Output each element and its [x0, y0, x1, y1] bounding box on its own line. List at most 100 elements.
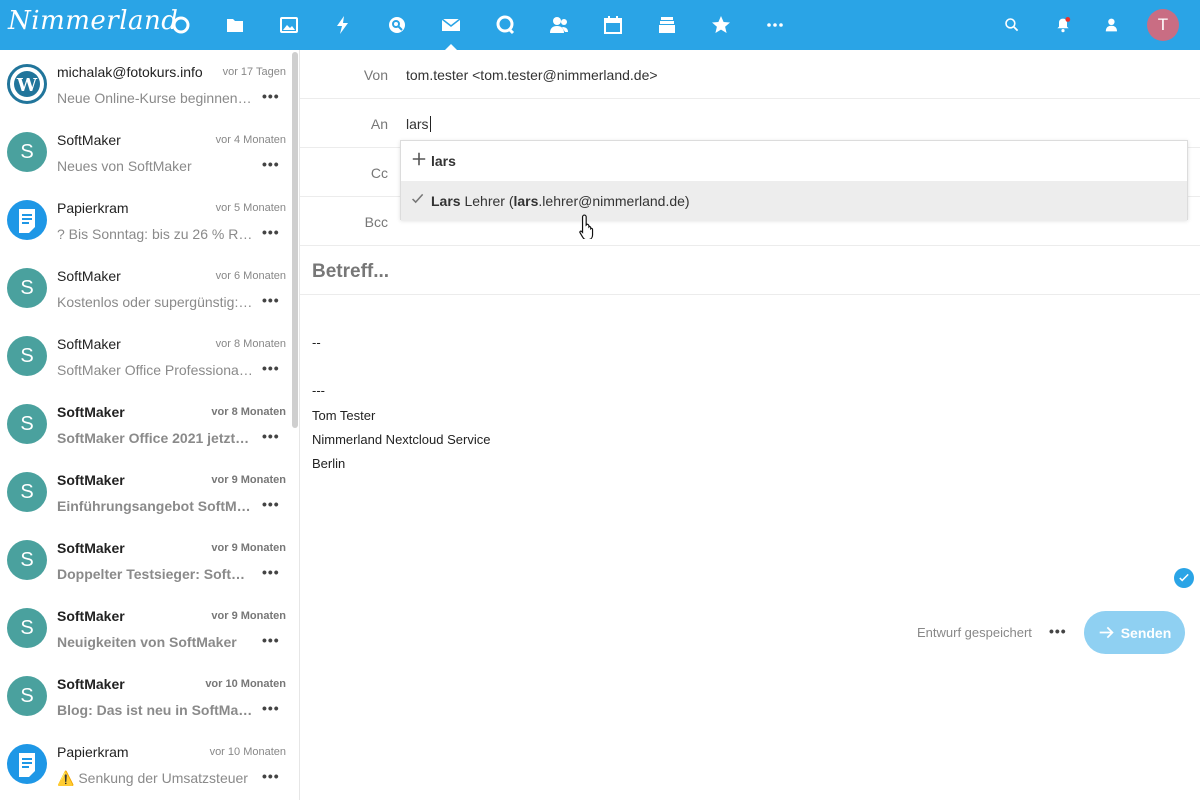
hand-cursor-icon — [578, 213, 598, 244]
message-subject: SoftMaker Office 2021 jetzt verfügbar — [57, 430, 253, 446]
suggestion-add-new[interactable]: lars — [401, 141, 1187, 181]
contact-name-rest: Lehrer ( — [460, 193, 514, 209]
message-actions-button[interactable]: ••• — [262, 292, 280, 308]
message-subject: Neues von SoftMaker — [57, 158, 192, 174]
message-actions-button[interactable]: ••• — [262, 564, 280, 580]
message-list-item[interactable]: S SoftMaker vor 4 Monaten Neues von SoftMak… — [0, 118, 292, 186]
calendar-icon[interactable] — [601, 13, 625, 37]
search-icon[interactable] — [1000, 13, 1024, 37]
send-button[interactable]: Senden — [1084, 611, 1185, 654]
photos-icon[interactable] — [277, 13, 301, 37]
message-subject: ? Bis Sonntag: bis zu 26 % Rabatt — [57, 226, 253, 242]
message-actions-button[interactable]: ••• — [262, 768, 280, 784]
dashboard-icon[interactable] — [169, 13, 193, 37]
message-sender: Papierkram — [57, 744, 129, 760]
message-date: vor 17 Tagen — [222, 66, 286, 78]
message-date: vor 10 Monaten — [209, 746, 286, 758]
activity-icon[interactable] — [331, 13, 355, 37]
notifications-icon[interactable] — [1051, 13, 1075, 37]
to-label: An — [370, 116, 388, 132]
to-input-value: lars — [406, 116, 429, 132]
suggestion-contact[interactable]: Lars Lehrer (lars.lehrer@nimmerland.de) — [401, 181, 1187, 221]
sender-avatar: S — [7, 268, 47, 308]
contact-email-match: lars — [513, 193, 539, 209]
message-subject: SoftMaker Office Professional 2021 — [57, 362, 253, 378]
message-actions-button[interactable]: ••• — [262, 88, 280, 104]
mail-icon[interactable] — [439, 13, 463, 50]
message-sender: SoftMaker — [57, 676, 125, 692]
suggestion-contact-label: Lars Lehrer (lars.lehrer@nimmerland.de) — [431, 193, 690, 209]
contact-email-rest: .lehrer@nimmerland.de) — [538, 193, 690, 209]
user-avatar[interactable]: T — [1147, 9, 1179, 41]
sender-avatar: S — [7, 608, 47, 648]
contacts-menu-icon[interactable] — [1101, 13, 1125, 37]
message-list-item[interactable]: Papierkram vor 10 Monaten ⚠️ Senkung der U… — [0, 730, 292, 798]
plus-icon — [411, 151, 429, 169]
cc-label: Cc — [370, 165, 388, 181]
checkmark-icon — [411, 191, 429, 209]
from-select[interactable]: tom.tester <tom.tester@nimmerland.de> — [406, 67, 658, 83]
message-actions-button[interactable]: ••• — [262, 496, 280, 512]
message-actions-button[interactable]: ••• — [262, 360, 280, 376]
text-caret — [429, 116, 431, 132]
contact-name-match: Lars — [431, 193, 461, 209]
svg-text:W: W — [16, 75, 38, 96]
contacts-icon[interactable] — [547, 13, 571, 37]
message-list-item[interactable]: S SoftMaker vor 9 Monaten Doppelter Testsie… — [0, 526, 292, 594]
message-list-item[interactable]: S SoftMaker vor 8 Monaten SoftMaker Office … — [0, 390, 292, 458]
top-bar: Nimmerland T — [0, 0, 1200, 50]
favorites-icon[interactable] — [709, 13, 733, 37]
message-subject: Doppelter Testsieger: SoftMaker — [57, 566, 253, 582]
send-button-label: Senden — [1120, 624, 1172, 641]
message-actions-button[interactable]: ••• — [262, 224, 280, 240]
files-icon[interactable] — [223, 13, 247, 37]
message-body-editor[interactable] — [300, 320, 1190, 590]
message-list-item[interactable]: S SoftMaker vor 10 Monaten Blog: Das ist ne… — [0, 662, 292, 730]
wordpress-logo-icon: W — [7, 64, 47, 104]
message-list-item[interactable]: Wmichalak@fotokurs.info vor 17 Tagen Neue … — [0, 50, 292, 118]
from-row: Von tom.tester <tom.tester@nimmerland.de… — [300, 50, 1200, 99]
subject-input[interactable]: Betreff... — [312, 261, 389, 283]
recipient-suggestions: lars Lars Lehrer (lars.lehrer@nimmerland… — [400, 140, 1188, 221]
message-date: vor 8 Monaten — [211, 406, 286, 418]
message-subject: ⚠️ Senkung der Umsatzsteuer — [57, 770, 248, 786]
document-logo-icon — [7, 200, 47, 240]
sender-avatar: S — [7, 404, 47, 444]
message-list-item[interactable]: S SoftMaker vor 9 Monaten Neuigkeiten von S… — [0, 594, 292, 662]
more-apps-icon[interactable] — [763, 13, 787, 37]
message-actions-button[interactable]: ••• — [262, 156, 280, 172]
message-sender: SoftMaker — [57, 336, 121, 352]
search-apps-icon[interactable] — [385, 13, 409, 37]
document-logo-icon — [7, 744, 47, 784]
message-actions-button[interactable]: ••• — [262, 632, 280, 648]
arrow-right-icon — [1099, 626, 1114, 639]
message-date: vor 5 Monaten — [215, 202, 286, 214]
message-list-item[interactable]: S SoftMaker vor 6 Monaten Kostenlos oder su… — [0, 254, 292, 322]
message-list-item[interactable]: S SoftMaker vor 8 Monaten SoftMaker Office … — [0, 322, 292, 390]
deck-icon[interactable] — [655, 13, 679, 37]
to-input[interactable]: lars — [406, 116, 431, 132]
sender-avatar: S — [7, 472, 47, 512]
bcc-label: Bcc — [364, 214, 388, 230]
message-sender: SoftMaker — [57, 608, 125, 624]
message-sender: michalak@fotokurs.info — [57, 64, 203, 80]
message-list-item[interactable]: S SoftMaker vor 9 Monaten Einführungsangebo… — [0, 458, 292, 526]
message-subject: Neuigkeiten von SoftMaker — [57, 634, 237, 650]
message-date: vor 9 Monaten — [211, 474, 286, 486]
message-date: vor 8 Monaten — [215, 338, 286, 350]
draft-saved-check-icon — [1174, 568, 1194, 588]
message-list-scrollbar[interactable] — [292, 52, 298, 428]
message-date: vor 4 Monaten — [215, 134, 286, 146]
nimmerland-logo[interactable]: Nimmerland — [8, 6, 178, 36]
talk-icon[interactable] — [493, 13, 517, 37]
message-date: vor 6 Monaten — [215, 270, 286, 282]
message-subject: Kostenlos oder supergünstig: Jetzt — [57, 294, 253, 310]
sender-avatar: S — [7, 336, 47, 376]
message-actions-button[interactable]: ••• — [262, 700, 280, 716]
message-date: vor 9 Monaten — [211, 542, 286, 554]
message-actions-button[interactable]: ••• — [262, 428, 280, 444]
compose-more-button[interactable]: ••• — [1049, 623, 1067, 639]
suggestion-add-text: lars — [431, 153, 456, 169]
subject-row — [300, 246, 1200, 295]
message-list-item[interactable]: Papierkram vor 5 Monaten ? Bis Sonntag: bi… — [0, 186, 292, 254]
